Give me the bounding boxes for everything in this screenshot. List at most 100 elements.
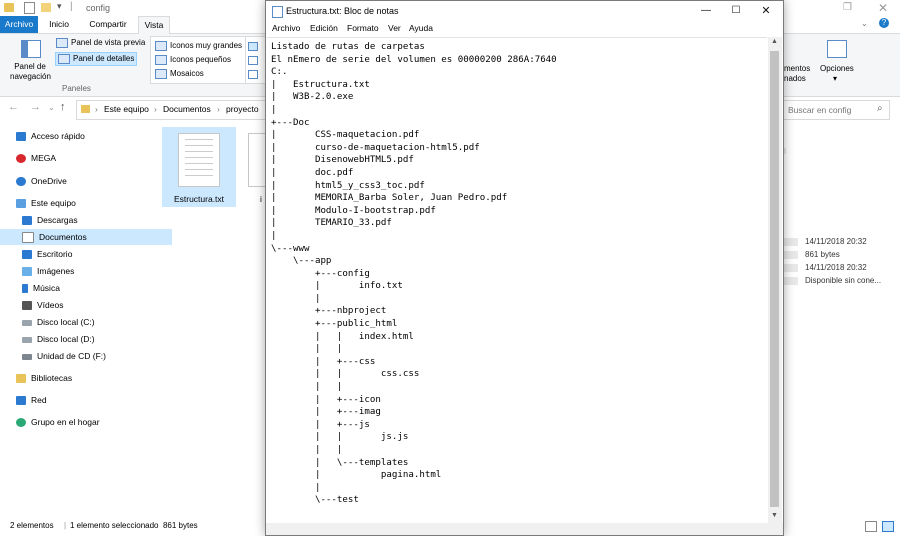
computer-icon xyxy=(16,199,26,209)
close-icon[interactable]: ✕ xyxy=(878,1,888,15)
sidebar-item-videos[interactable]: Vídeos xyxy=(0,297,172,313)
notepad-titlebar: Estructura.txt: Bloc de notas — ☐ ✕ xyxy=(266,1,783,21)
sidebar-item-mega[interactable]: MEGA xyxy=(0,150,166,166)
help-icon[interactable]: ? xyxy=(879,18,889,28)
homegroup-icon xyxy=(16,418,26,428)
sidebar-item-this-pc[interactable]: Este equipo xyxy=(0,195,166,211)
details-label xyxy=(782,251,798,259)
sidebar-item-label: Acceso rápido xyxy=(31,131,85,141)
sidebar-item-onedrive[interactable]: OneDrive xyxy=(0,173,166,189)
back-icon[interactable]: ← xyxy=(8,101,19,113)
list-icon[interactable] xyxy=(248,42,258,51)
restore-icon[interactable]: ❐ xyxy=(843,2,852,13)
menu-formato[interactable]: Formato xyxy=(347,23,379,33)
music-icon xyxy=(22,284,28,294)
sidebar-item-quick-access[interactable]: Acceso rápido xyxy=(0,128,166,144)
options-dropdown-icon[interactable]: ▾ xyxy=(833,74,837,83)
new-folder-icon[interactable] xyxy=(41,3,51,12)
list-view-icon[interactable] xyxy=(248,56,258,65)
vertical-scrollbar[interactable]: ▲ ▼ xyxy=(768,37,782,523)
properties-icon[interactable] xyxy=(24,2,35,14)
file-name: Estructura.txt xyxy=(173,194,225,204)
large-icons-view-icon[interactable] xyxy=(882,521,894,532)
search-placeholder: Buscar en config xyxy=(788,105,852,115)
pictures-icon xyxy=(22,267,32,277)
scroll-up-icon[interactable]: ▲ xyxy=(771,38,778,45)
sidebar-item-music[interactable]: Música xyxy=(0,280,172,296)
download-icon xyxy=(22,216,32,226)
minimize-icon[interactable]: — xyxy=(691,1,721,21)
breadcrumb[interactable]: › Este equipo › Documentos › proyecto xyxy=(76,100,268,120)
tab-archivo[interactable]: Archivo xyxy=(0,16,38,33)
sidebar-item-downloads[interactable]: Descargas xyxy=(0,212,172,228)
selection-info: 1 elemento seleccionado 861 bytes xyxy=(70,521,198,530)
close-icon[interactable]: ✕ xyxy=(751,1,781,21)
cloud-icon xyxy=(16,177,26,187)
maximize-icon[interactable]: ☐ xyxy=(721,1,751,21)
file-name: i xyxy=(260,194,262,204)
sidebar-item-libraries[interactable]: Bibliotecas xyxy=(0,370,166,386)
sidebar-item-pictures[interactable]: Imágenes xyxy=(0,263,172,279)
sidebar-item-label: Disco local (C:) xyxy=(37,317,95,327)
navigation-pane-icon[interactable] xyxy=(21,40,41,58)
breadcrumb-item[interactable]: Este equipo xyxy=(104,104,149,114)
notepad-icon xyxy=(272,6,283,18)
content-view-icon[interactable] xyxy=(248,70,258,79)
panes-group-label: Paneles xyxy=(62,84,91,93)
breadcrumb-separator: › xyxy=(95,104,98,114)
sidebar-item-label: OneDrive xyxy=(31,176,67,186)
scroll-down-icon[interactable]: ▼ xyxy=(771,512,778,519)
tab-vista[interactable]: Vista xyxy=(138,16,170,34)
desktop-icon xyxy=(22,250,32,260)
forward-icon[interactable]: → xyxy=(30,101,41,113)
layout-tiles[interactable]: Mosaicos xyxy=(155,69,204,79)
preview-pane-icon xyxy=(56,38,68,48)
ribbon-collapse-icon[interactable]: ⌄ xyxy=(861,19,868,28)
sidebar-item-label: MEGA xyxy=(31,153,57,163)
tab-compartir[interactable]: Compartir xyxy=(82,16,134,33)
sidebar-item-disk-d[interactable]: Disco local (D:) xyxy=(0,331,172,347)
tab-inicio[interactable]: Inicio xyxy=(40,16,78,33)
menu-ayuda[interactable]: Ayuda xyxy=(409,23,433,33)
search-input[interactable]: Buscar en config ⌕ xyxy=(782,100,890,120)
sidebar-item-label: Grupo en el hogar xyxy=(31,417,100,427)
options-button[interactable]: Opciones xyxy=(820,64,854,73)
sidebar-item-documents[interactable]: Documentos xyxy=(0,229,172,245)
quick-access-dropdown-icon[interactable]: ▾ xyxy=(57,1,62,12)
layout-gallery: Iconos muy grandes Iconos pequeños Mosai… xyxy=(150,36,246,84)
sidebar-item-disk-c[interactable]: Disco local (C:) xyxy=(0,314,172,330)
navigation-pane-button[interactable]: Panel de navegación xyxy=(10,62,51,82)
sidebar-item-desktop[interactable]: Escritorio xyxy=(0,246,172,262)
layout-small-icons[interactable]: Iconos pequeños xyxy=(155,55,231,65)
options-icon[interactable] xyxy=(827,40,847,58)
file-item-selected[interactable]: Estructura.txt xyxy=(162,127,236,207)
videos-icon xyxy=(22,301,32,311)
search-icon[interactable]: ⌕ xyxy=(877,103,883,114)
scrollbar-thumb[interactable] xyxy=(770,51,779,507)
disk-icon xyxy=(22,319,32,326)
extra-large-icons-icon xyxy=(155,41,167,51)
sidebar-item-homegroup[interactable]: Grupo en el hogar xyxy=(0,414,166,430)
menu-edicion[interactable]: Edición xyxy=(310,23,338,33)
preview-pane-button[interactable]: Panel de vista previa xyxy=(56,38,145,48)
notepad-text-area[interactable]: Listado de rutas de carpetas El nEmero d… xyxy=(267,37,767,522)
cd-drive-icon xyxy=(22,353,32,360)
breadcrumb-item[interactable]: proyecto xyxy=(226,104,259,114)
details-view-icon[interactable] xyxy=(865,521,877,532)
breadcrumb-item[interactable]: Documentos xyxy=(163,104,211,114)
up-icon[interactable]: ↑ xyxy=(60,101,66,113)
breadcrumb-separator: › xyxy=(154,104,157,114)
details-pane-button[interactable]: Panel de detalles xyxy=(55,52,138,66)
notepad-content: Listado de rutas de carpetas El nEmero d… xyxy=(271,42,557,506)
details-pane-icon xyxy=(58,54,70,64)
recent-locations-icon[interactable]: ⌄ xyxy=(48,103,55,112)
menu-archivo[interactable]: Archivo xyxy=(272,23,300,33)
sidebar-item-cd-drive[interactable]: Unidad de CD (F:) xyxy=(0,348,172,364)
menu-ver[interactable]: Ver xyxy=(388,23,401,33)
sidebar-item-label: Música xyxy=(33,283,60,293)
layout-item-label: Iconos pequeños xyxy=(170,55,231,65)
details-size: 861 bytes xyxy=(805,250,840,259)
layout-extra-large-icons[interactable]: Iconos muy grandes xyxy=(155,41,242,51)
folder-icon xyxy=(81,105,90,113)
sidebar-item-network[interactable]: Red xyxy=(0,392,166,408)
